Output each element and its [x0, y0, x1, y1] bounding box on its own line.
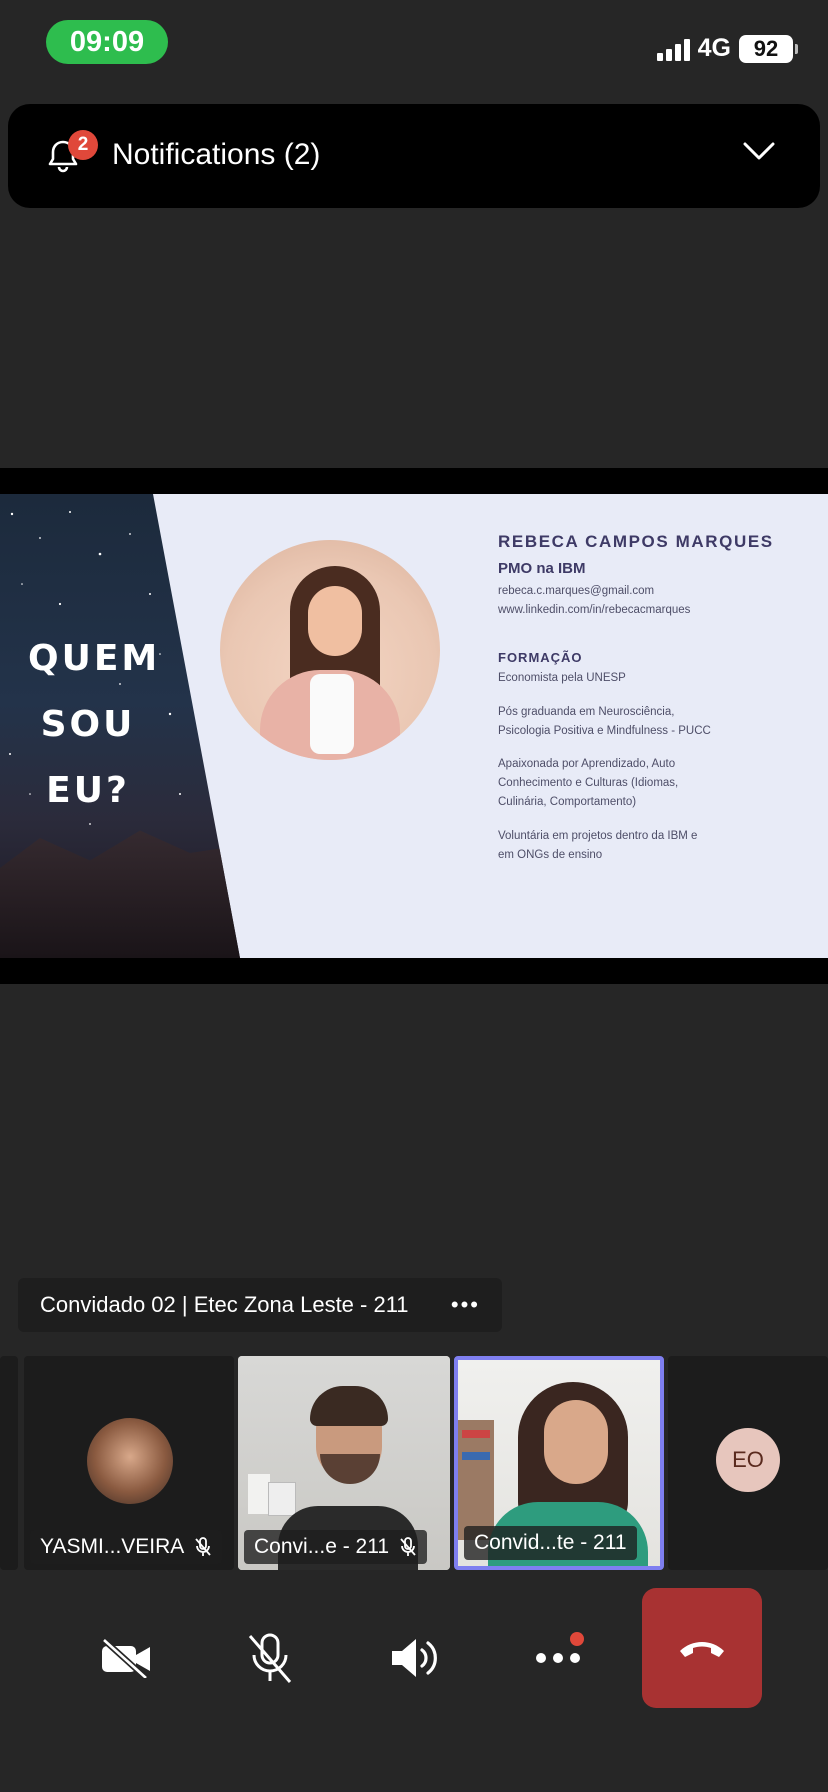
status-time: 09:09 — [46, 20, 168, 64]
participant-tile[interactable]: EO — [668, 1356, 828, 1570]
microphone-toggle-button[interactable] — [230, 1618, 310, 1698]
mic-off-icon — [248, 1633, 292, 1683]
active-speaker-label: Convidado 02 | Etec Zona Leste - 211 ••• — [18, 1278, 502, 1332]
participant-label: Convi...e - 211 — [244, 1530, 428, 1564]
participant-label: Convid...te - 211 — [464, 1526, 637, 1560]
slide-email: rebeca.c.marques@gmail.com — [498, 585, 655, 597]
slide-name: REBECA CAMPOS MARQUES — [498, 532, 774, 551]
speaker-button[interactable] — [374, 1618, 454, 1698]
notification-dot — [570, 1632, 584, 1646]
more-horizontal-icon — [536, 1653, 580, 1663]
more-actions-button[interactable] — [518, 1618, 598, 1698]
battery-icon: 92 — [739, 34, 798, 63]
status-indicators: 4G 92 — [656, 34, 798, 63]
battery-level: 92 — [739, 34, 793, 63]
end-call-button[interactable] — [642, 1588, 762, 1708]
slide-interests-c: Culinária, Comportamento) — [498, 796, 637, 808]
slide-interests-b: Conhecimento e Culturas (Idiomas, — [498, 777, 679, 789]
slide-formacao-heading: FORMAÇÃO — [498, 650, 583, 665]
signal-icon — [656, 37, 690, 61]
avatar — [87, 1418, 173, 1504]
slide-interests-a: Apaixonada por Aprendizado, Auto — [498, 758, 676, 770]
chevron-down-icon[interactable] — [742, 140, 776, 162]
call-controls — [0, 1578, 828, 1792]
notifications-label: Notifications (2) — [112, 138, 321, 171]
slide-formacao-2b: Psicologia Positiva e Mindfulness - PUCC — [498, 725, 711, 737]
speaker-icon — [392, 1639, 437, 1677]
participant-label: YASMI...VEIRA — [30, 1530, 223, 1564]
participant-tile-partial[interactable] — [0, 1356, 18, 1570]
mic-muted-icon — [195, 1537, 212, 1556]
more-options-icon[interactable]: ••• — [451, 1292, 480, 1318]
camera-off-icon — [101, 1638, 150, 1678]
participant-tile[interactable]: YASMI...VEIRA — [24, 1356, 234, 1570]
mic-muted-icon — [400, 1537, 416, 1556]
camera-toggle-button[interactable] — [86, 1618, 166, 1698]
shared-screen[interactable]: QUEM SOU EU? REBECA CAMPOS MARQUES PMO n… — [0, 468, 828, 984]
hang-up-icon — [680, 1642, 724, 1657]
slide-volunteer-b: em ONGs de ensino — [498, 849, 603, 861]
participant-video-tile[interactable]: Convi...e - 211 — [238, 1356, 450, 1570]
speaker-name: Convidado 02 | Etec Zona Leste - 211 — [40, 1292, 409, 1317]
slide-linkedin: www.linkedin.com/in/rebecacmarques — [498, 604, 691, 616]
slide-role: PMO na IBM — [498, 560, 586, 577]
slide-left-title: QUEM SOU EU? — [28, 638, 161, 811]
participant-video-tile-active[interactable]: Convid...te - 211 — [454, 1356, 664, 1570]
notifications-banner[interactable]: 2 Notifications (2) — [8, 104, 820, 208]
notification-count-badge: 2 — [68, 130, 98, 160]
slide-formacao-2a: Pós graduanda em Neurosciência, — [498, 706, 675, 718]
initials-avatar: EO — [716, 1428, 780, 1492]
slide-formacao-1: Economista pela UNESP — [498, 672, 626, 684]
slide-volunteer-a: Voluntária em projetos dentro da IBM e — [498, 830, 698, 842]
presentation-slide: QUEM SOU EU? REBECA CAMPOS MARQUES PMO n… — [0, 494, 828, 958]
network-type: 4G — [697, 34, 731, 62]
profile-photo — [220, 540, 440, 760]
